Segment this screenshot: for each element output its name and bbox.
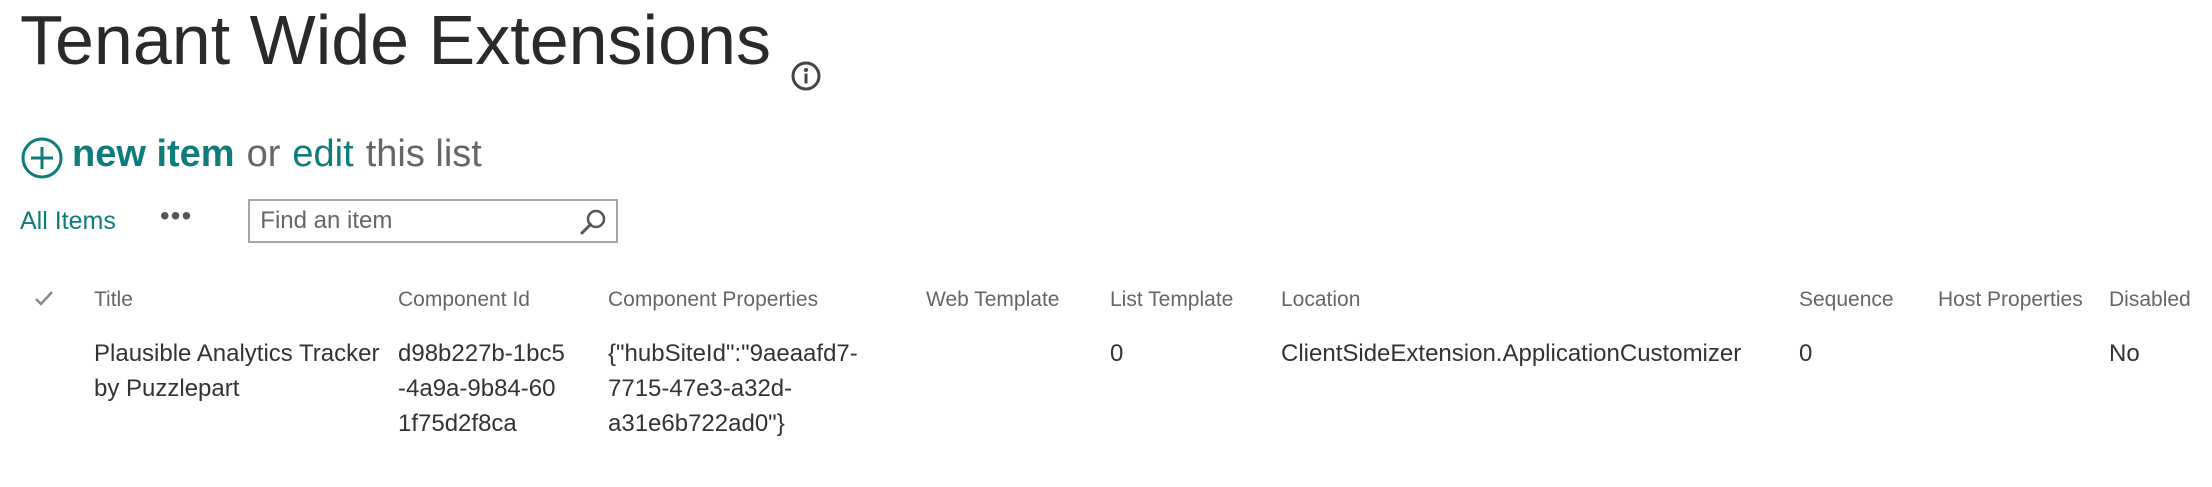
- select-all-checkbox[interactable]: [20, 278, 94, 322]
- list-actions: new item or edit this list: [20, 126, 482, 182]
- cell-title[interactable]: Plausible Analytics Tracker by Puzzlepar…: [94, 322, 398, 441]
- page-title-text: Tenant Wide Extensions: [20, 1, 771, 79]
- cell-list-template: 0: [1110, 340, 1124, 367]
- list-table: Title Component Id Component Properties …: [20, 278, 2199, 441]
- cell-web-template: [926, 322, 1110, 441]
- column-header-disabled[interactable]: Disabled: [2109, 278, 2199, 322]
- column-header-component-id[interactable]: Component Id: [398, 278, 608, 322]
- cell-host-properties: [1938, 322, 2109, 441]
- edit-list-link[interactable]: edit: [292, 133, 353, 176]
- search-box: [248, 199, 619, 243]
- this-list-text: this list: [365, 132, 482, 175]
- search-input[interactable]: [250, 202, 563, 240]
- cell-disabled: No: [2109, 340, 2140, 367]
- cell-location: ClientSideExtension.ApplicationCustomize…: [1281, 340, 1742, 367]
- checkmark-icon: [35, 291, 53, 306]
- column-header-component-properties[interactable]: Component Properties: [608, 278, 926, 322]
- view-all-items[interactable]: All Items: [20, 207, 116, 236]
- cell-component-properties-text: {"hubSiteId":"9aeaafd7-7715-47e3-a32d-a3…: [608, 340, 858, 437]
- column-header-web-template[interactable]: Web Template: [926, 278, 1110, 322]
- cell-sequence: 0: [1799, 340, 1813, 367]
- plus-circle-icon[interactable]: [20, 136, 64, 180]
- search-icon[interactable]: [578, 207, 608, 237]
- cell-component-id-text: d98b227b-1bc5-4a9a-9b84-601f75d2f8ca: [398, 340, 565, 437]
- info-icon[interactable]: [789, 29, 823, 91]
- column-header-location[interactable]: Location: [1281, 278, 1799, 322]
- page-title: Tenant Wide Extensions: [20, 0, 823, 91]
- cell-title-text[interactable]: Plausible Analytics Tracker by Puzzlepar…: [94, 336, 384, 406]
- more-options-icon[interactable]: •••: [160, 202, 192, 236]
- table-row[interactable]: Plausible Analytics Tracker by Puzzlepar…: [20, 322, 2199, 441]
- cell-component-id: d98b227b-1bc5-4a9a-9b84-601f75d2f8ca: [398, 322, 608, 441]
- column-header-sequence[interactable]: Sequence: [1799, 278, 1938, 322]
- cell-component-properties: {"hubSiteId":"9aeaafd7-7715-47e3-a32d-a3…: [608, 322, 926, 441]
- column-header-list-template[interactable]: List Template: [1110, 278, 1281, 322]
- new-item-link[interactable]: new item: [72, 133, 235, 176]
- column-header-title[interactable]: Title: [94, 278, 398, 322]
- table-header-row: Title Component Id Component Properties …: [20, 278, 2199, 322]
- or-text: or: [246, 132, 281, 175]
- view-toolbar: All Items •••: [20, 196, 619, 246]
- column-header-host-properties[interactable]: Host Properties: [1938, 278, 2109, 322]
- row-select-cell[interactable]: [20, 322, 94, 441]
